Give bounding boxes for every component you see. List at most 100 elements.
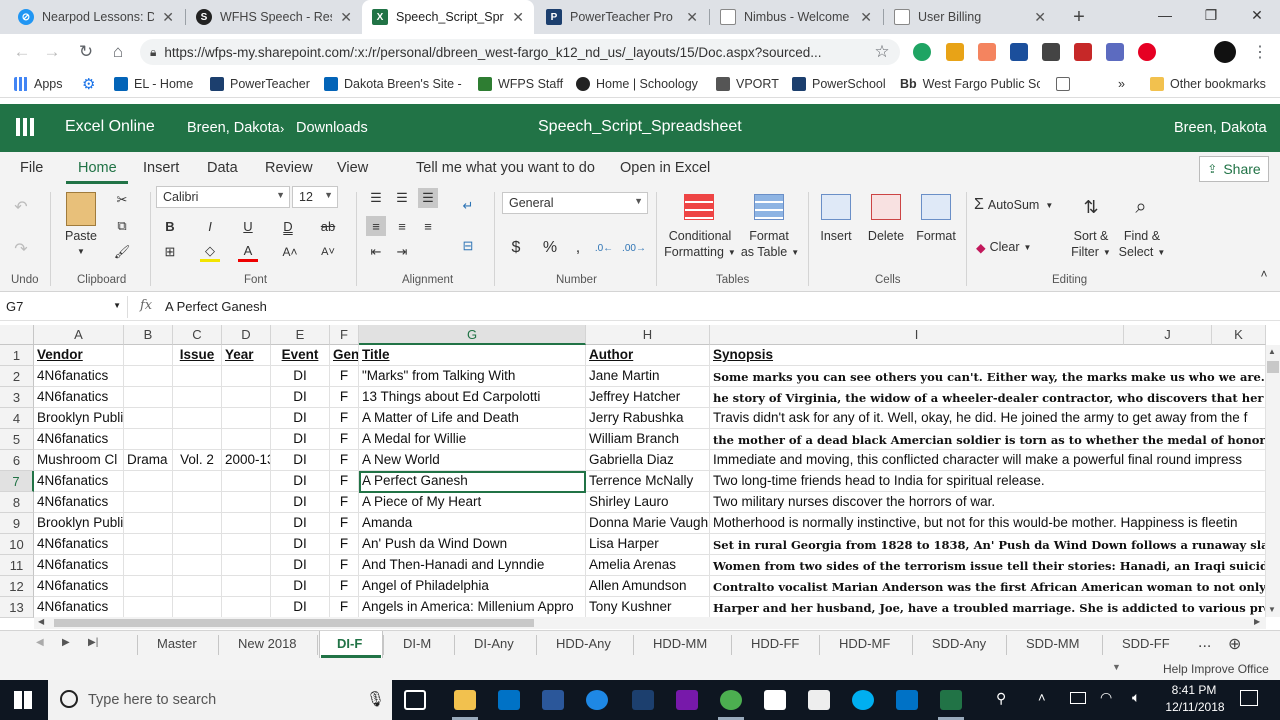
column-header-j[interactable]: J	[1124, 325, 1212, 345]
cell-f11[interactable]: F	[330, 555, 359, 576]
bookmark-dakota-site[interactable]: Dakota Breen's Site -	[324, 75, 462, 93]
window-close-icon[interactable]: ✕	[1234, 0, 1280, 30]
breadcrumb-user[interactable]: Breen, Dakota	[187, 120, 280, 136]
more-sheets-button[interactable]: ...	[1198, 634, 1211, 652]
row-header[interactable]: 10	[0, 534, 34, 555]
row-header[interactable]: 4	[0, 408, 34, 429]
column-header-a[interactable]: A	[34, 325, 124, 345]
next-sheet-icon[interactable]: ▶	[62, 637, 70, 648]
row-header[interactable]: 13	[0, 597, 34, 618]
close-icon[interactable]: ✕	[686, 9, 698, 26]
open-in-excel-button[interactable]: Open in Excel	[620, 160, 710, 176]
cell-d12[interactable]	[222, 576, 271, 597]
browser-tab[interactable]: P PowerTeacher Pro ✕	[536, 0, 708, 34]
delete-cells-icon[interactable]	[871, 194, 901, 220]
bookmark-vport[interactable]: VPORT	[716, 75, 779, 93]
n-extension-icon[interactable]	[1074, 43, 1092, 61]
cell-b9[interactable]	[124, 513, 173, 534]
bookmark-document[interactable]	[1056, 75, 1076, 93]
cell-g10[interactable]: An' Push da Wind Down	[359, 534, 586, 555]
cell-a12[interactable]: 4N6fanatics	[34, 576, 124, 597]
cell-h4[interactable]: Jerry Rabushka	[586, 408, 710, 429]
cell-c11[interactable]	[173, 555, 222, 576]
align-bottom-icon[interactable]: ☰	[418, 188, 438, 208]
help-improve-office-link[interactable]: Help Improve Office	[1163, 662, 1269, 676]
cell-f2[interactable]: F	[330, 366, 359, 387]
skype-icon[interactable]	[852, 690, 874, 710]
new-tab-button[interactable]: +	[1066, 4, 1092, 30]
cell-a2[interactable]: 4N6fanatics	[34, 366, 124, 387]
screen-extension-icon[interactable]	[1042, 43, 1060, 61]
cell-h13[interactable]: Tony Kushner	[586, 597, 710, 618]
wrap-text-icon[interactable]: ↵	[458, 196, 478, 216]
fill-color-icon[interactable]: ◇	[200, 242, 220, 262]
cell-i8[interactable]: Two military nurses discover the horrors…	[710, 492, 1266, 513]
font-color-icon[interactable]: A	[238, 242, 258, 262]
bookmark-star-icon[interactable]: ☆	[870, 41, 894, 63]
sheet-tab-di-m[interactable]: DI-M	[403, 636, 431, 651]
formula-input[interactable]: A Perfect Ganesh	[165, 299, 267, 314]
cell-g11[interactable]: And Then-Hanadi and Lynndie	[359, 555, 586, 576]
windows-start-icon[interactable]	[14, 691, 32, 709]
cell-b12[interactable]	[124, 576, 173, 597]
first-sheet-icon[interactable]: ◀	[36, 637, 44, 648]
select-all-corner[interactable]	[0, 325, 34, 345]
close-icon[interactable]: ✕	[512, 9, 524, 26]
column-header-k[interactable]: K	[1212, 325, 1266, 345]
cell-c5[interactable]	[173, 429, 222, 450]
cell-empty[interactable]	[1212, 576, 1266, 597]
cell-d11[interactable]	[222, 555, 271, 576]
cell-h6[interactable]: Gabriella Diaz	[586, 450, 710, 471]
cell-empty[interactable]	[1212, 597, 1266, 618]
cell-a4[interactable]: Brooklyn Publisher	[34, 408, 124, 429]
chevron-down-icon[interactable]: ▼	[1112, 662, 1121, 672]
cell-empty[interactable]	[1212, 345, 1266, 366]
cell-a11[interactable]: 4N6fanatics	[34, 555, 124, 576]
format-cells-button[interactable]: Format	[912, 228, 960, 244]
cell-e13[interactable]: DI	[271, 597, 330, 618]
sort-filter-icon[interactable]: ⇅	[1076, 192, 1106, 222]
cell-e8[interactable]: DI	[271, 492, 330, 513]
cell-d7[interactable]	[222, 471, 271, 492]
row-header[interactable]: 8	[0, 492, 34, 513]
app-name[interactable]: Excel Online	[65, 118, 155, 136]
tab-insert[interactable]: Insert	[143, 160, 179, 176]
scroll-thumb[interactable]	[1267, 361, 1279, 373]
close-icon[interactable]: ✕	[1034, 9, 1046, 26]
horizontal-scrollbar[interactable]: ◀ ▶	[34, 617, 1266, 629]
row-header[interactable]: 3	[0, 387, 34, 408]
insert-cells-icon[interactable]	[821, 194, 851, 220]
cell-h3[interactable]: Jeffrey Hatcher	[586, 387, 710, 408]
cell-g1[interactable]: Title	[359, 345, 586, 366]
borders-icon[interactable]: ⊞	[160, 242, 180, 262]
find-select-label[interactable]: Select ▼	[1116, 244, 1168, 260]
cell-e10[interactable]: DI	[271, 534, 330, 555]
tell-me-search[interactable]: Tell me what you want to do	[416, 160, 595, 176]
share-button[interactable]: ⇪ Share	[1199, 156, 1269, 182]
sheet-tab-sdd-mm[interactable]: SDD-MM	[1026, 636, 1079, 651]
cell-i13[interactable]: Harper and her husband, Joe, have a trou…	[710, 597, 1266, 618]
bookmarks-overflow[interactable]: »	[1118, 75, 1125, 93]
undo-icon[interactable]: ↶	[10, 196, 32, 218]
cell-i2[interactable]: Some marks you can see others you can't.…	[710, 366, 1266, 387]
browser-tab[interactable]: S WFHS Speech - Reso ✕	[186, 0, 362, 34]
cell-i1[interactable]: Synopsis	[710, 345, 1266, 366]
taskbar-search[interactable]: Type here to search 🎙︎	[48, 680, 392, 720]
column-header-g[interactable]: G	[359, 325, 586, 345]
pen-extension-icon[interactable]	[1106, 43, 1124, 61]
cell-c10[interactable]	[173, 534, 222, 555]
cell-d8[interactable]	[222, 492, 271, 513]
cell-b6[interactable]: Drama	[124, 450, 173, 471]
close-icon[interactable]: ✕	[340, 9, 352, 26]
cell-c12[interactable]	[173, 576, 222, 597]
clock-date[interactable]: 12/11/2018	[1160, 700, 1230, 714]
cell-g3[interactable]: 13 Things about Ed Carpolotti	[359, 387, 586, 408]
cell-d1[interactable]: Year	[222, 345, 271, 366]
row-header[interactable]: 7	[0, 471, 34, 492]
tab-data[interactable]: Data	[207, 160, 238, 176]
shrink-font-icon[interactable]: A˅	[318, 242, 338, 262]
grow-font-icon[interactable]: A˄	[280, 242, 300, 262]
last-sheet-icon[interactable]: ▶|	[88, 637, 98, 648]
cell-d2[interactable]	[222, 366, 271, 387]
cell-i3[interactable]: he story of Virginia, the widow of a whe…	[710, 387, 1266, 408]
